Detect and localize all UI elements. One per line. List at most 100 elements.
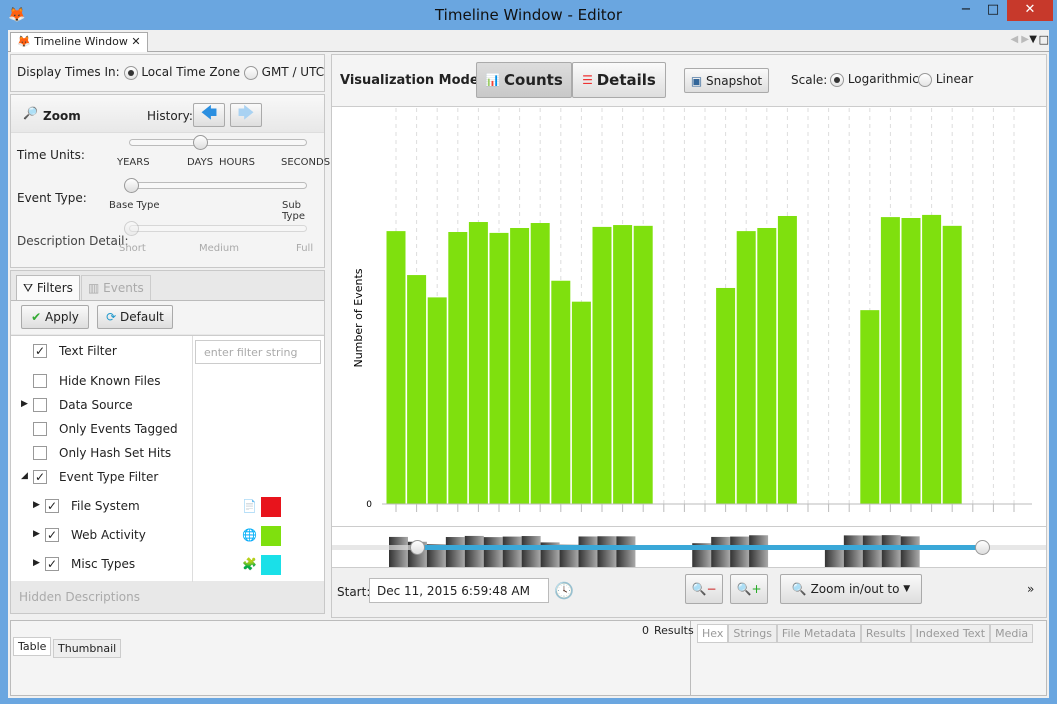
mini-bar [711,536,731,567]
snapshot-icon: ▣ [690,73,703,88]
maximize-button[interactable]: □ [980,0,1006,21]
linear-radio[interactable] [918,72,932,87]
filter-item[interactable]: ▶ Data Source [11,398,191,418]
bar [716,287,736,504]
bar [551,280,571,504]
filter-checkbox[interactable]: ✓ [45,499,59,513]
default-button[interactable]: ⟳ Default [97,305,173,329]
apply-button[interactable]: ✔ Apply [21,305,89,329]
close-tab-icon[interactable]: ✕ [131,35,140,48]
time-units-label: Time Units: [17,148,85,162]
filter-checkbox[interactable] [33,374,47,388]
tab-events[interactable]: ▥ Events [81,275,151,300]
range-selection[interactable] [418,545,983,550]
display-times-panel: Display Times In: Local Time Zone GMT / … [10,54,325,92]
zoom-out-button[interactable]: 🔍− [685,574,723,604]
viewer-tab[interactable]: Media [990,624,1034,643]
bar-chart-icon: 📊 [485,73,501,87]
close-button[interactable]: ✕ [1007,0,1053,21]
bar [448,231,468,504]
viewer-tab[interactable]: Results [860,624,911,643]
viewer-tab[interactable]: Strings [728,624,777,643]
tab-thumbnail[interactable]: Thumbnail [53,639,122,658]
local-tz-radio[interactable] [123,65,138,80]
description-detail-slider [129,225,307,232]
filter-item[interactable]: Hide Known Files [11,374,191,394]
tab-scroll-icons[interactable]: ◀ ▶ [1010,34,1029,45]
tab-menu-icon[interactable]: ▼ [1029,34,1037,45]
results-area: 0 Results Table Thumbnail Hex Strings File… [10,620,1047,696]
collapsed-arrow-icon[interactable]: ▶ [21,399,28,409]
gmt-radio[interactable] [243,65,258,80]
viewer-tab[interactable]: File Metadata [776,624,861,643]
event-type-slider[interactable] [129,182,307,189]
title-bar: 🦊 Timeline Window - Editor − □ ✕ [0,0,1057,30]
tick-short: Short [119,243,146,254]
filter-label: Web Activity [71,528,146,542]
range-slider-area[interactable] [332,526,1046,567]
snapshot-button[interactable]: ▣ Snapshot [684,68,769,93]
tick-days: DAYS [187,157,214,168]
event-type-thumb[interactable] [124,178,139,193]
misc-icon: 🧩 [242,557,257,571]
zoom-heading: Zoom [43,109,81,123]
viz-mode-label: Visualization Mode: [340,73,484,88]
start-time-input[interactable]: Dec 11, 2015 6:59:48 AM [369,578,549,603]
log-radio[interactable] [830,72,844,87]
viewer-tab[interactable]: Indexed Text [910,624,991,643]
filter-item[interactable]: ▶ ✓ File System [11,499,191,519]
clock-icon[interactable]: 🕓 [554,581,574,600]
expanded-arrow-icon[interactable]: ◢ [21,471,28,481]
tab-filters[interactable]: ⛛ Filters [16,275,80,301]
filter-checkbox[interactable]: ✓ [45,557,59,571]
viewer-tab[interactable]: Hex [697,624,729,643]
filter-tree: enter filter string ✓ Text Filter Hide Kno… [11,335,324,582]
bar [880,217,900,504]
range-end-handle[interactable] [975,540,990,555]
filter-item[interactable]: ✓ Text Filter [11,344,191,364]
details-button[interactable]: ☰ Details [572,62,666,98]
mini-bar [483,537,503,567]
collapsed-arrow-icon[interactable]: ▶ [33,529,40,539]
tick-years: YEARS [117,157,150,168]
maximize-tab-icon[interactable]: □ [1039,33,1049,46]
local-tz-label[interactable]: Local Time Zone [141,65,240,79]
filter-item[interactable]: Only Events Tagged [11,422,191,442]
collapsed-arrow-icon[interactable]: ▶ [33,558,40,568]
filter-checkbox[interactable] [33,446,47,460]
filter-label: Text Filter [59,344,117,358]
mini-bar [881,535,901,567]
filter-checkbox[interactable]: ✓ [33,344,47,358]
history-forward-button[interactable]: 🡆 [230,103,262,127]
log-label[interactable]: Logarithmic [848,72,919,86]
time-units-slider[interactable] [129,139,307,146]
filter-label: Event Type Filter [59,470,159,484]
time-units-thumb[interactable] [193,135,208,150]
filter-checkbox[interactable]: ✓ [33,470,47,484]
bar [427,297,447,504]
filter-checkbox[interactable]: ✓ [45,528,59,542]
zoom-to-dropdown[interactable]: 🔍 Zoom in/out to ▼ [780,574,922,604]
collapsed-arrow-icon[interactable]: ▶ [33,500,40,510]
zoom-in-button[interactable]: 🔍+ [730,574,768,604]
hidden-descriptions-header[interactable]: Hidden Descriptions [19,590,140,604]
filter-item[interactable]: Only Hash Set Hits [11,446,191,466]
mini-bar [749,535,769,567]
gmt-label[interactable]: GMT / UTC [262,65,324,79]
filter-item[interactable]: ◢ ✓ Event Type Filter [11,470,191,490]
filter-checkbox[interactable] [33,398,47,412]
filter-item[interactable]: ▶ ✓ Misc Types [11,557,191,577]
tab-timeline-window[interactable]: 🦊 Timeline Window ✕ [10,32,148,52]
default-label: Default [120,310,164,324]
bar [468,222,488,504]
filter-string-input[interactable]: enter filter string [195,340,321,364]
filter-checkbox[interactable] [33,422,47,436]
tab-table[interactable]: Table [13,637,52,656]
more-button[interactable]: » [1027,582,1034,596]
linear-label[interactable]: Linear [936,72,973,86]
minimize-button[interactable]: − [953,0,979,21]
counts-button[interactable]: 📊 Counts [476,62,572,98]
filter-item[interactable]: ▶ ✓ Web Activity [11,528,191,548]
history-back-button[interactable]: 🡄 [193,103,225,127]
range-start-handle[interactable] [410,540,425,555]
